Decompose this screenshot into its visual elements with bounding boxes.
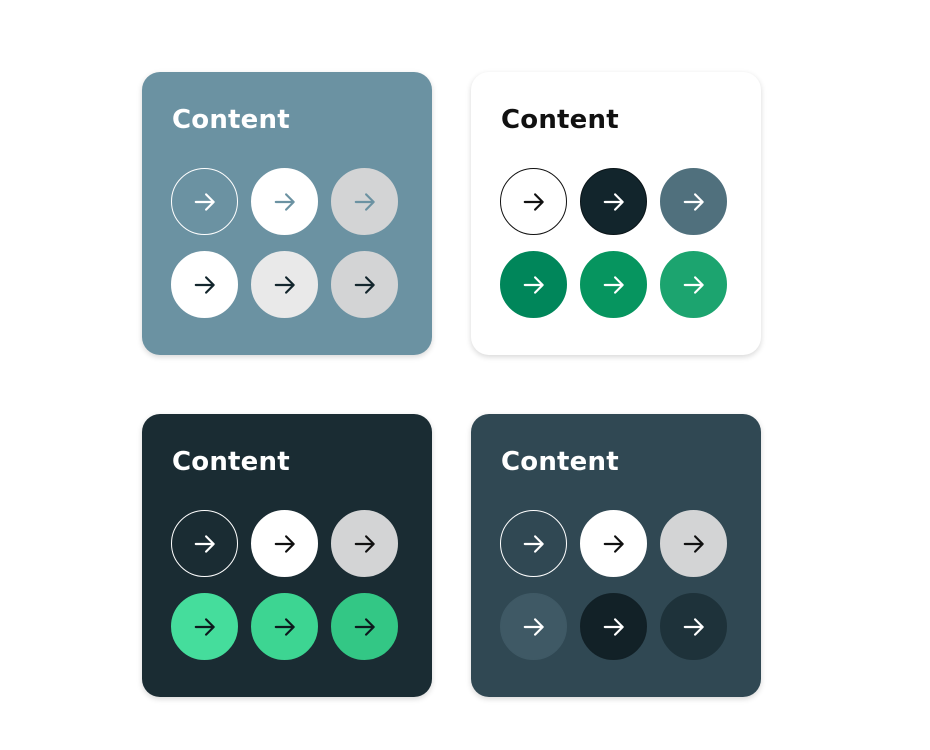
arrow-right-icon — [354, 192, 375, 211]
arrow-button[interactable] — [251, 251, 318, 318]
arrow-button[interactable] — [251, 593, 318, 660]
arrow-button[interactable] — [500, 593, 567, 660]
arrow-right-icon — [683, 275, 704, 294]
arrow-right-icon — [523, 192, 544, 211]
arrow-right-icon — [603, 534, 624, 553]
arrow-right-icon — [274, 192, 295, 211]
arrow-button[interactable] — [580, 168, 647, 235]
outline-arrow-button[interactable] — [171, 168, 238, 235]
card-charcoal: Content — [471, 414, 761, 697]
arrow-right-icon — [194, 617, 215, 636]
arrow-right-icon — [603, 617, 624, 636]
arrow-button[interactable] — [580, 251, 647, 318]
arrow-right-icon — [683, 534, 704, 553]
arrow-right-icon — [603, 275, 624, 294]
arrow-right-icon — [683, 192, 704, 211]
card-title: Content — [172, 105, 290, 135]
outline-arrow-button[interactable] — [171, 510, 238, 577]
card-white: Content — [471, 72, 761, 355]
outline-arrow-button[interactable] — [500, 510, 567, 577]
card-title: Content — [172, 447, 290, 477]
arrow-right-icon — [683, 617, 704, 636]
arrow-right-icon — [194, 192, 215, 211]
arrow-right-icon — [603, 192, 624, 211]
arrow-button[interactable] — [500, 251, 567, 318]
arrow-right-icon — [523, 617, 544, 636]
arrow-right-icon — [274, 617, 295, 636]
arrow-button-grid — [171, 510, 398, 660]
arrow-right-icon — [354, 275, 375, 294]
card-slate: Content — [142, 72, 432, 355]
arrow-button-grid — [500, 168, 727, 318]
arrow-right-icon — [274, 534, 295, 553]
arrow-button[interactable] — [660, 510, 727, 577]
card-title: Content — [501, 447, 619, 477]
outline-arrow-button[interactable] — [500, 168, 567, 235]
card-dark: Content — [142, 414, 432, 697]
arrow-button[interactable] — [331, 251, 398, 318]
arrow-right-icon — [194, 534, 215, 553]
arrow-button[interactable] — [251, 168, 318, 235]
arrow-button[interactable] — [251, 510, 318, 577]
arrow-button-grid — [171, 168, 398, 318]
arrow-right-icon — [274, 275, 295, 294]
arrow-button[interactable] — [171, 251, 238, 318]
card-title: Content — [501, 105, 619, 135]
arrow-button[interactable] — [580, 593, 647, 660]
arrow-right-icon — [354, 617, 375, 636]
arrow-button[interactable] — [331, 510, 398, 577]
arrow-right-icon — [194, 275, 215, 294]
button-showcase-canvas: Content Content Content Content — [0, 0, 930, 750]
arrow-button[interactable] — [660, 251, 727, 318]
arrow-button[interactable] — [580, 510, 647, 577]
arrow-button[interactable] — [171, 593, 238, 660]
arrow-button[interactable] — [331, 593, 398, 660]
arrow-right-icon — [523, 534, 544, 553]
arrow-button-grid — [500, 510, 727, 660]
arrow-right-icon — [354, 534, 375, 553]
arrow-button[interactable] — [331, 168, 398, 235]
arrow-button[interactable] — [660, 168, 727, 235]
arrow-button[interactable] — [660, 593, 727, 660]
arrow-right-icon — [523, 275, 544, 294]
